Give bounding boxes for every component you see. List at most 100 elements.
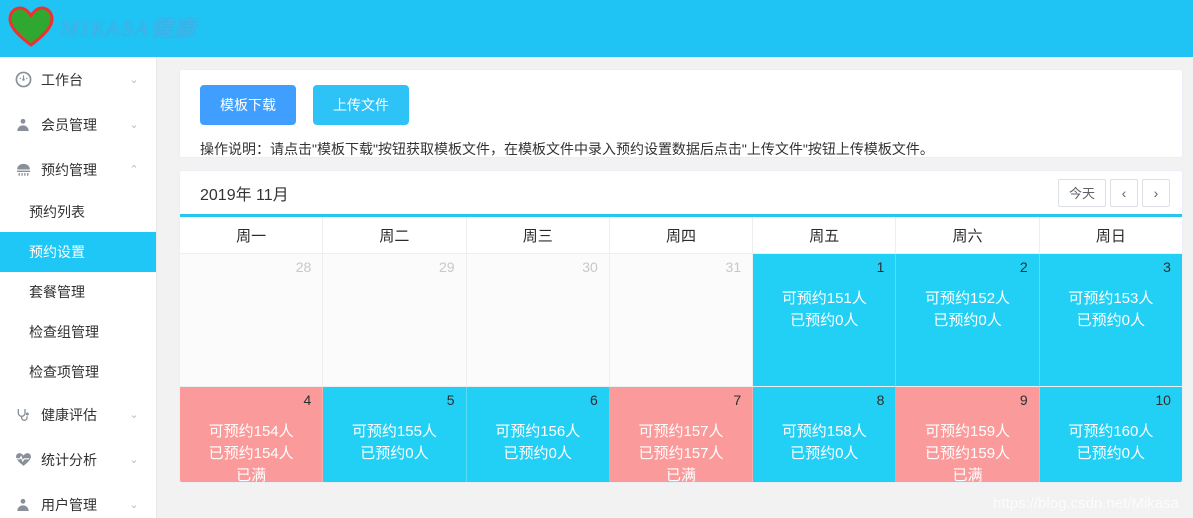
instruction-text: 操作说明：请点击"模板下载"按钮获取模板文件，在模板文件中录入预约设置数据后点击…	[200, 141, 934, 157]
chevron-down-icon: ⌄	[129, 454, 139, 466]
sidebar-item-statistics[interactable]: 统计分析 ⌄	[0, 437, 156, 482]
sidebar-item-label: 工作台	[41, 71, 83, 88]
stethoscope-icon	[14, 406, 32, 424]
day-capacity-line: 已满	[665, 467, 696, 483]
member-icon	[14, 116, 32, 134]
day-capacity-info: 可预约151人 已预约0人	[762, 288, 886, 332]
day-capacity-line: 已预约0人	[1076, 312, 1145, 329]
day-capacity-line: 可预约158人	[781, 423, 867, 440]
day-number: 6	[590, 392, 598, 408]
calendar-day-cell: 29	[323, 254, 467, 387]
upload-file-button[interactable]: 上传文件	[313, 85, 409, 125]
sidebar-subitem-label: 预约列表	[29, 204, 85, 220]
next-month-button[interactable]: ›	[1142, 178, 1170, 207]
calendar-title: 2019年 11月	[200, 186, 289, 204]
sidebar-subitem-label: 套餐管理	[29, 284, 85, 300]
day-number: 30	[582, 259, 598, 275]
weekday-cell: 周日	[1039, 217, 1182, 254]
action-button-row: 模板下载 上传文件	[200, 85, 1162, 125]
day-capacity-line: 已预约157人	[638, 445, 724, 462]
sidebar-item-label: 健康评估	[41, 406, 97, 423]
calendar-day-cell[interactable]: 9可预约159人已预约159人已满设置	[896, 387, 1040, 483]
calendar-panel: 2019年 11月 今天 ‹ › 周一 周二 周三 周四 周五 周六 周日 28…	[179, 170, 1183, 483]
sidebar-subitem-label: 检查项管理	[29, 364, 99, 380]
sidebar-item-member[interactable]: 会员管理 ⌄	[0, 102, 156, 147]
brand-name: MIKASA健康	[60, 16, 197, 41]
sidebar-item-workbench[interactable]: 工作台 ⌄	[0, 57, 156, 102]
day-number: 7	[733, 392, 742, 408]
sidebar-item-health-assessment[interactable]: 健康评估 ⌄	[0, 392, 156, 437]
sidebar-subitem-checkgroup[interactable]: 检查组管理	[0, 312, 156, 352]
sidebar-item-user-management[interactable]: 用户管理 ⌄	[0, 482, 156, 518]
day-capacity-line: 可预约152人	[925, 290, 1011, 307]
sidebar-subitem-reservation-settings[interactable]: 预约设置	[0, 232, 156, 272]
weekday-cell: 周五	[753, 217, 897, 254]
day-capacity-line: 可预约157人	[638, 423, 724, 440]
today-button[interactable]: 今天	[1057, 178, 1106, 207]
sidebar-subitem-reservation-list[interactable]: 预约列表	[0, 192, 156, 232]
day-capacity-line: 可预约160人	[1068, 423, 1154, 440]
calendar-week-rows: 28 29 30 31 1 可预约151人 已预约0人 2 可预约152人 已预约0人 3 可预约15…	[180, 254, 1182, 483]
day-capacity-line: 已预约154人	[208, 445, 294, 462]
calendar-day-cell[interactable]: 1 可预约151人 已预约0人	[753, 254, 897, 387]
sidebar-subitem-package[interactable]: 套餐管理	[0, 272, 156, 312]
day-number: 10	[1155, 392, 1171, 408]
sidebar-subitem-label: 检查组管理	[29, 324, 99, 340]
template-download-button[interactable]: 模板下载	[200, 85, 296, 125]
prev-month-button[interactable]: ‹	[1110, 178, 1138, 207]
heart-pulse-icon	[14, 451, 32, 469]
day-capacity-info: 可预约155人 已预约0人	[332, 421, 456, 465]
day-capacity-info: 可预约157人 已预约157人 已满	[619, 421, 743, 483]
day-capacity-info: 可预约154人 已预约154人 已满	[189, 421, 313, 482]
app-root: MIKASA健康 工作台 ⌄ 会员管理 ⌄ 预约管理 ⌃ 预约列表 预约设置 套…	[0, 0, 1193, 518]
calendar-grid: 周一 周二 周三 周四 周五 周六 周日 28 29 30 31 1 可预约151人 已预约…	[180, 214, 1182, 483]
day-number: 29	[438, 259, 455, 275]
sidebar: 工作台 ⌄ 会员管理 ⌄ 预约管理 ⌃ 预约列表 预约设置 套餐管理 检查组管理…	[0, 57, 157, 518]
day-capacity-info: 可预约158人 已预约0人	[762, 421, 886, 465]
weekday-header-row: 周一 周二 周三 周四 周五 周六 周日	[180, 217, 1182, 254]
calendar-nav-buttons: 今天 ‹ ›	[1054, 178, 1170, 207]
calendar-day-cell[interactable]: 2 可预约152人 已预约0人	[896, 254, 1040, 387]
weekday-cell: 周二	[323, 217, 467, 254]
calendar-day-cell[interactable]: 3 可预约153人 已预约0人	[1039, 254, 1182, 387]
chevron-down-icon: ⌄	[129, 74, 139, 86]
day-number: 28	[295, 259, 312, 275]
day-capacity-line: 已预约0人	[503, 445, 572, 462]
sidebar-subitem-checkitem[interactable]: 检查项管理	[0, 352, 156, 392]
calendar-day-cell[interactable]: 8 可预约158人 已预约0人	[753, 387, 897, 482]
day-number: 3	[1163, 259, 1171, 275]
sidebar-item-label: 用户管理	[41, 496, 97, 513]
sidebar-item-label: 会员管理	[41, 116, 97, 133]
day-capacity-line: 可预约154人	[208, 423, 294, 440]
calendar-day-cell[interactable]: 6 可预约156人 已预约0人	[466, 387, 610, 482]
calendar-day-cell[interactable]: 10可预约160人已预约0人设置	[1039, 387, 1182, 482]
day-capacity-info: 可预约152人 已预约0人	[905, 288, 1029, 332]
day-capacity-line: 已预约159人	[925, 445, 1011, 462]
day-capacity-info: 可预约156人 已预约0人	[476, 421, 600, 465]
day-capacity-info: 可预约159人 已预约159人 已满	[905, 421, 1029, 483]
day-capacity-line: 已预约0人	[790, 312, 859, 329]
heart-icon	[8, 6, 54, 48]
calendar-day-cell[interactable]: 4 可预约154人 已预约154人 已满	[180, 387, 324, 482]
day-capacity-line: 可预约151人	[781, 290, 867, 307]
reservation-icon	[14, 161, 32, 179]
calendar-day-cell[interactable]: 5 可预约155人 已预约0人	[323, 387, 467, 482]
brand-logo[interactable]: MIKASA健康	[8, 6, 196, 48]
day-capacity-line: 已预约0人	[933, 312, 1002, 329]
day-capacity-line: 可预约153人	[1068, 290, 1154, 307]
day-capacity-line: 可预约159人	[925, 423, 1011, 440]
sidebar-subitem-label: 预约设置	[29, 244, 85, 260]
calendar-day-cell[interactable]: 7 可预约157人 已预约157人 已满	[609, 387, 754, 483]
sidebar-item-reservation[interactable]: 预约管理 ⌃	[0, 147, 156, 192]
day-capacity-line: 可预约155人	[351, 423, 437, 440]
top-bar: MIKASA健康	[0, 0, 1193, 57]
chevron-down-icon: ⌄	[129, 119, 139, 131]
chevron-up-icon: ⌃	[129, 164, 139, 176]
day-capacity-line: 已满	[952, 467, 983, 483]
day-capacity-line: 已预约0人	[1076, 445, 1145, 462]
calendar-week-row: 28 29 30 31 1 可预约151人 已预约0人 2 可预约152人 已预约0人 3 可预约15…	[180, 254, 1182, 387]
user-icon	[14, 496, 32, 514]
chevron-down-icon: ⌄	[129, 499, 139, 511]
day-capacity-line: 可预约156人	[495, 423, 581, 440]
action-panel: 模板下载 上传文件 操作说明：请点击"模板下载"按钮获取模板文件，在模板文件中录…	[179, 69, 1183, 158]
